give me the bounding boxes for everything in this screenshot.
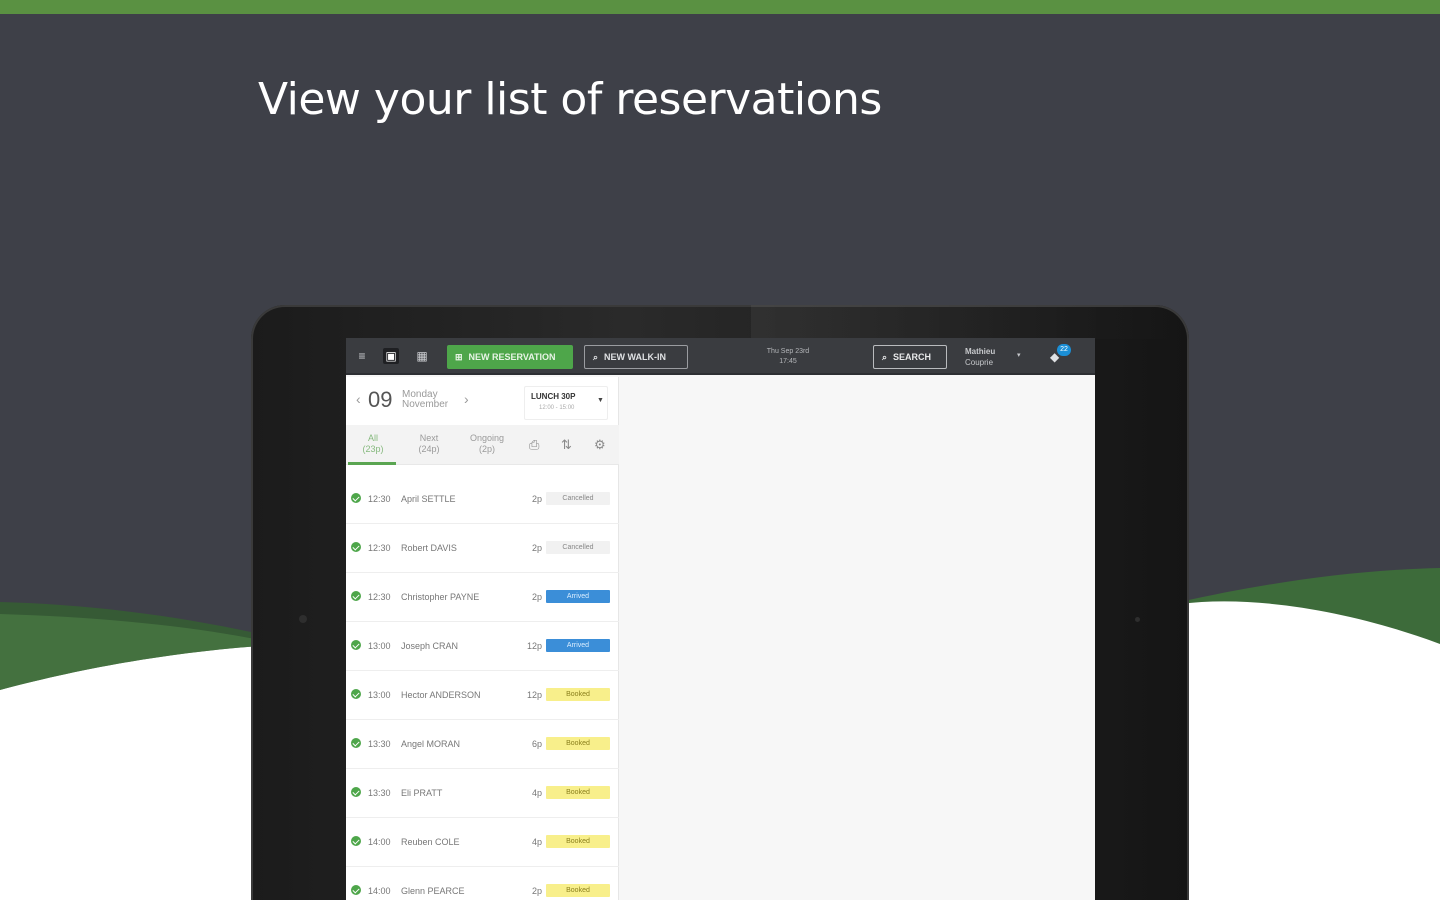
status-check-icon [351, 885, 361, 895]
calendar-icon[interactable]: ▦ [414, 348, 430, 364]
current-datetime: Thu Sep 23rd 17:45 [766, 348, 810, 365]
search-icon: ⌕ [593, 351, 599, 362]
top-accent-stripe [0, 0, 1440, 14]
tablet-sensor [1135, 617, 1140, 622]
chevron-right-icon[interactable]: › [464, 391, 469, 407]
status-badge: Booked [546, 786, 610, 799]
calendar-plus-icon: ⊞ [455, 351, 463, 362]
chevron-down-icon: ▾ [1017, 352, 1021, 359]
app-screen: ≡ ▣ ▦ ⊞ NEW RESERVATION ⌕ NEW WALK-IN Th… [346, 338, 1095, 900]
status-badge: Booked [546, 688, 610, 701]
active-tab-indicator [348, 462, 396, 465]
print-icon[interactable]: ⎙ [529, 437, 539, 453]
status-badge: Cancelled [546, 541, 610, 554]
list-view-icon[interactable]: ▣ [383, 348, 399, 364]
reservation-row[interactable]: 14:00 Glenn PEARCE 2p Booked [346, 867, 619, 900]
tab-all[interactable]: All (23p) [348, 433, 398, 455]
status-badge: Booked [546, 737, 610, 750]
search-icon: ⌕ [882, 351, 888, 362]
user-menu[interactable]: Mathieu Couprie ▾ [965, 346, 1035, 368]
app-toolbar: ≡ ▣ ▦ ⊞ NEW RESERVATION ⌕ NEW WALK-IN Th… [346, 338, 1095, 375]
menu-icon[interactable]: ≡ [354, 348, 370, 364]
reservation-row[interactable]: 12:30 Robert DAVIS 2p Cancelled [346, 524, 619, 573]
settings-icon[interactable]: ⚙ [594, 437, 606, 453]
filter-tabs: All (23p) Next (24p) Ongoing (2p) ⎙ ⇅ ⚙ [346, 425, 619, 465]
reservation-row[interactable]: 12:30 April SETTLE 2p Cancelled [346, 475, 619, 524]
caret-down-icon: ▼ [597, 397, 604, 404]
status-check-icon [351, 493, 361, 503]
reservations-panel: ‹ 09 Monday November › LUNCH 30P 12:00 -… [346, 377, 619, 900]
status-badge: Arrived [546, 590, 610, 603]
sort-icon[interactable]: ⇅ [561, 437, 572, 453]
headline: View your list of reservations [258, 74, 882, 125]
reservation-row[interactable]: 12:30 Christopher PAYNE 2p Arrived [346, 573, 619, 622]
new-walkin-button[interactable]: ⌕ NEW WALK-IN [584, 345, 688, 369]
status-badge: Cancelled [546, 492, 610, 505]
search-button[interactable]: ⌕ SEARCH [873, 345, 947, 369]
reservation-detail-area [620, 377, 1095, 900]
status-badge: Arrived [546, 639, 610, 652]
status-check-icon [351, 640, 361, 650]
date-navigator: ‹ 09 Monday November › LUNCH 30P 12:00 -… [346, 377, 619, 425]
status-check-icon [351, 787, 361, 797]
tab-ongoing[interactable]: Ongoing (2p) [462, 433, 512, 455]
tablet-frame: ≡ ▣ ▦ ⊞ NEW RESERVATION ⌕ NEW WALK-IN Th… [251, 305, 1189, 900]
status-check-icon [351, 689, 361, 699]
tablet-camera [299, 615, 307, 623]
service-selector[interactable]: LUNCH 30P 12:00 - 15:00 ▼ [524, 386, 608, 420]
reservation-row[interactable]: 13:00 Hector ANDERSON 12p Booked [346, 671, 619, 720]
reservation-row[interactable]: 13:00 Joseph CRAN 12p Arrived [346, 622, 619, 671]
reservation-row[interactable]: 14:00 Reuben COLE 4p Booked [346, 818, 619, 867]
status-check-icon [351, 542, 361, 552]
status-badge: Booked [546, 835, 610, 848]
day-number: 09 [368, 387, 393, 412]
notification-count-badge: 22 [1057, 344, 1071, 356]
status-check-icon [351, 836, 361, 846]
new-reservation-button[interactable]: ⊞ NEW RESERVATION [447, 345, 573, 369]
status-badge: Booked [546, 884, 610, 897]
day-label: Monday November [402, 389, 449, 410]
reservation-row[interactable]: 13:30 Angel MORAN 6p Booked [346, 720, 619, 769]
tab-next[interactable]: Next (24p) [404, 433, 454, 455]
chevron-left-icon[interactable]: ‹ [356, 391, 361, 407]
reservation-row[interactable]: 13:30 Eli PRATT 4p Booked [346, 769, 619, 818]
status-check-icon [351, 591, 361, 601]
status-check-icon [351, 738, 361, 748]
